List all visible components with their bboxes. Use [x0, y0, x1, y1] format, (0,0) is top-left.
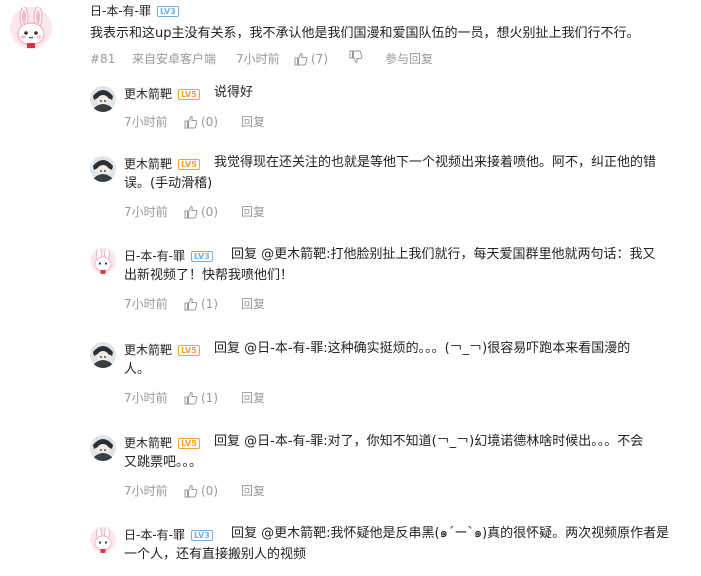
comment-text: 我表示和这up主没有关系，我不承认他是我们国漫和爱国队伍的一员，想火别扯上我们行… — [90, 26, 640, 41]
timestamp: 7小时前 — [124, 205, 168, 219]
floor-number: #81 — [90, 51, 116, 66]
like-count: (0) — [201, 483, 218, 498]
reply-text-line: 误。(手动滑稽) — [124, 176, 213, 191]
timestamp: 7小时前 — [124, 297, 168, 311]
username[interactable]: 日-本-有-罪 — [124, 528, 185, 542]
thumbs-up-icon — [184, 484, 198, 497]
username[interactable]: 更木箭靶 — [124, 436, 172, 450]
reply-text-line: 回复 @日-本-有-罪:对了，你知不知道(￢_￢)幻境诺德林啥时候出。。。不会 — [214, 434, 644, 449]
reply-author[interactable]: 更木箭靶 LV5 — [124, 434, 200, 451]
reply-link[interactable]: 回复 — [241, 113, 265, 130]
reply-text-line: 又跳票吧。。。 — [124, 455, 203, 470]
reply-meta: 7小时前 (0) 回复 — [124, 113, 265, 130]
level-badge: LV5 — [178, 438, 200, 449]
username[interactable]: 更木箭靶 — [124, 157, 172, 171]
avatar[interactable] — [90, 342, 116, 368]
like-count: (0) — [201, 204, 218, 219]
thumbs-up-icon — [184, 297, 198, 310]
username[interactable]: 更木箭靶 — [124, 343, 172, 357]
avatar[interactable] — [90, 435, 116, 461]
reply-link[interactable]: 参与回复 — [385, 50, 433, 67]
reply-link[interactable]: 回复 — [241, 482, 265, 499]
reply-text-line: 我觉得现在还关注的也就是等他下一个视频出来接着喷他。阿不，纠正他的错 — [214, 155, 657, 170]
reply-link[interactable]: 回复 — [241, 295, 265, 312]
reply-meta: 7小时前 (0) 回复 — [124, 482, 265, 499]
reply-text-line: 回复 @更木箭靶:打他脸别扯上我们就行，每天爱国群里他就两句话：我又 — [231, 247, 656, 262]
thumbs-up-icon — [294, 52, 308, 65]
avatar[interactable] — [90, 86, 116, 112]
like-count: (1) — [201, 390, 218, 405]
like-button[interactable]: (1) — [184, 297, 241, 311]
comment-author[interactable]: 日-本-有-罪 LV3 — [90, 2, 179, 19]
avatar[interactable] — [9, 6, 53, 50]
username[interactable]: 日-本-有-罪 — [90, 4, 151, 18]
like-button[interactable]: (0) — [184, 115, 241, 129]
thumbs-down-icon — [349, 50, 363, 64]
like-button[interactable]: (7) — [294, 52, 341, 66]
reply-author[interactable]: 更木箭靶 LV5 — [124, 341, 200, 358]
reply-meta: 7小时前 (0) 回复 — [124, 203, 265, 220]
like-button[interactable]: (0) — [184, 484, 241, 498]
level-badge: LV5 — [178, 345, 200, 356]
level-badge: LV5 — [178, 159, 200, 170]
username[interactable]: 日-本-有-罪 — [124, 249, 185, 263]
like-button[interactable]: (1) — [184, 391, 241, 405]
timestamp: 7小时前 — [124, 115, 168, 129]
reply-meta: 7小时前 (1) 回复 — [124, 295, 265, 312]
thumbs-up-icon — [184, 205, 198, 218]
reply-author[interactable]: 日-本-有-罪 LV3 — [124, 526, 213, 543]
reply-text-line: 说得好 — [214, 85, 254, 100]
level-badge: LV3 — [191, 251, 213, 262]
source-label: 来自安卓客户端 — [132, 52, 217, 66]
like-count: (7) — [311, 51, 328, 66]
like-button[interactable]: (0) — [184, 205, 241, 219]
reply-link[interactable]: 回复 — [241, 389, 265, 406]
reply-author[interactable]: 更木箭靶 LV5 — [124, 85, 200, 102]
reply-text-line: 一个人，还有直接搬别人的视频 — [124, 547, 307, 562]
reply-author[interactable]: 更木箭靶 LV5 — [124, 155, 200, 172]
level-badge: LV5 — [178, 89, 200, 100]
timestamp: 7小时前 — [124, 391, 168, 405]
reply-author[interactable]: 日-本-有-罪 LV3 — [124, 247, 213, 264]
like-count: (0) — [201, 114, 218, 129]
thumbs-up-icon — [184, 391, 198, 404]
thumbs-up-icon — [184, 115, 198, 128]
comment-meta: #81 来自安卓客户端 7小时前 (7) 参与回复 — [90, 50, 433, 67]
avatar[interactable] — [90, 248, 116, 274]
username[interactable]: 更木箭靶 — [124, 87, 172, 101]
reply-text-line: 人。 — [124, 362, 151, 377]
timestamp: 7小时前 — [236, 52, 280, 66]
level-badge: LV3 — [191, 530, 213, 541]
timestamp: 7小时前 — [124, 484, 168, 498]
avatar[interactable] — [90, 527, 116, 553]
reply-link[interactable]: 回复 — [241, 203, 265, 220]
like-count: (1) — [201, 296, 218, 311]
avatar[interactable] — [90, 156, 116, 182]
level-badge: LV3 — [157, 6, 179, 17]
dislike-button[interactable] — [349, 50, 385, 67]
reply-meta: 7小时前 (1) 回复 — [124, 389, 265, 406]
reply-text-line: 回复 @日-本-有-罪:这种确实挺烦的。。。(￢_￢)很容易吓跑本来看国漫的 — [214, 341, 631, 356]
reply-text-line: 回复 @更木箭靶:我怀疑他是反串黑(๑´ー`๑)真的很怀疑。两次视频原作者是 — [231, 526, 670, 541]
reply-text-line: 出新视频了！快帮我喷他们！ — [124, 268, 294, 283]
